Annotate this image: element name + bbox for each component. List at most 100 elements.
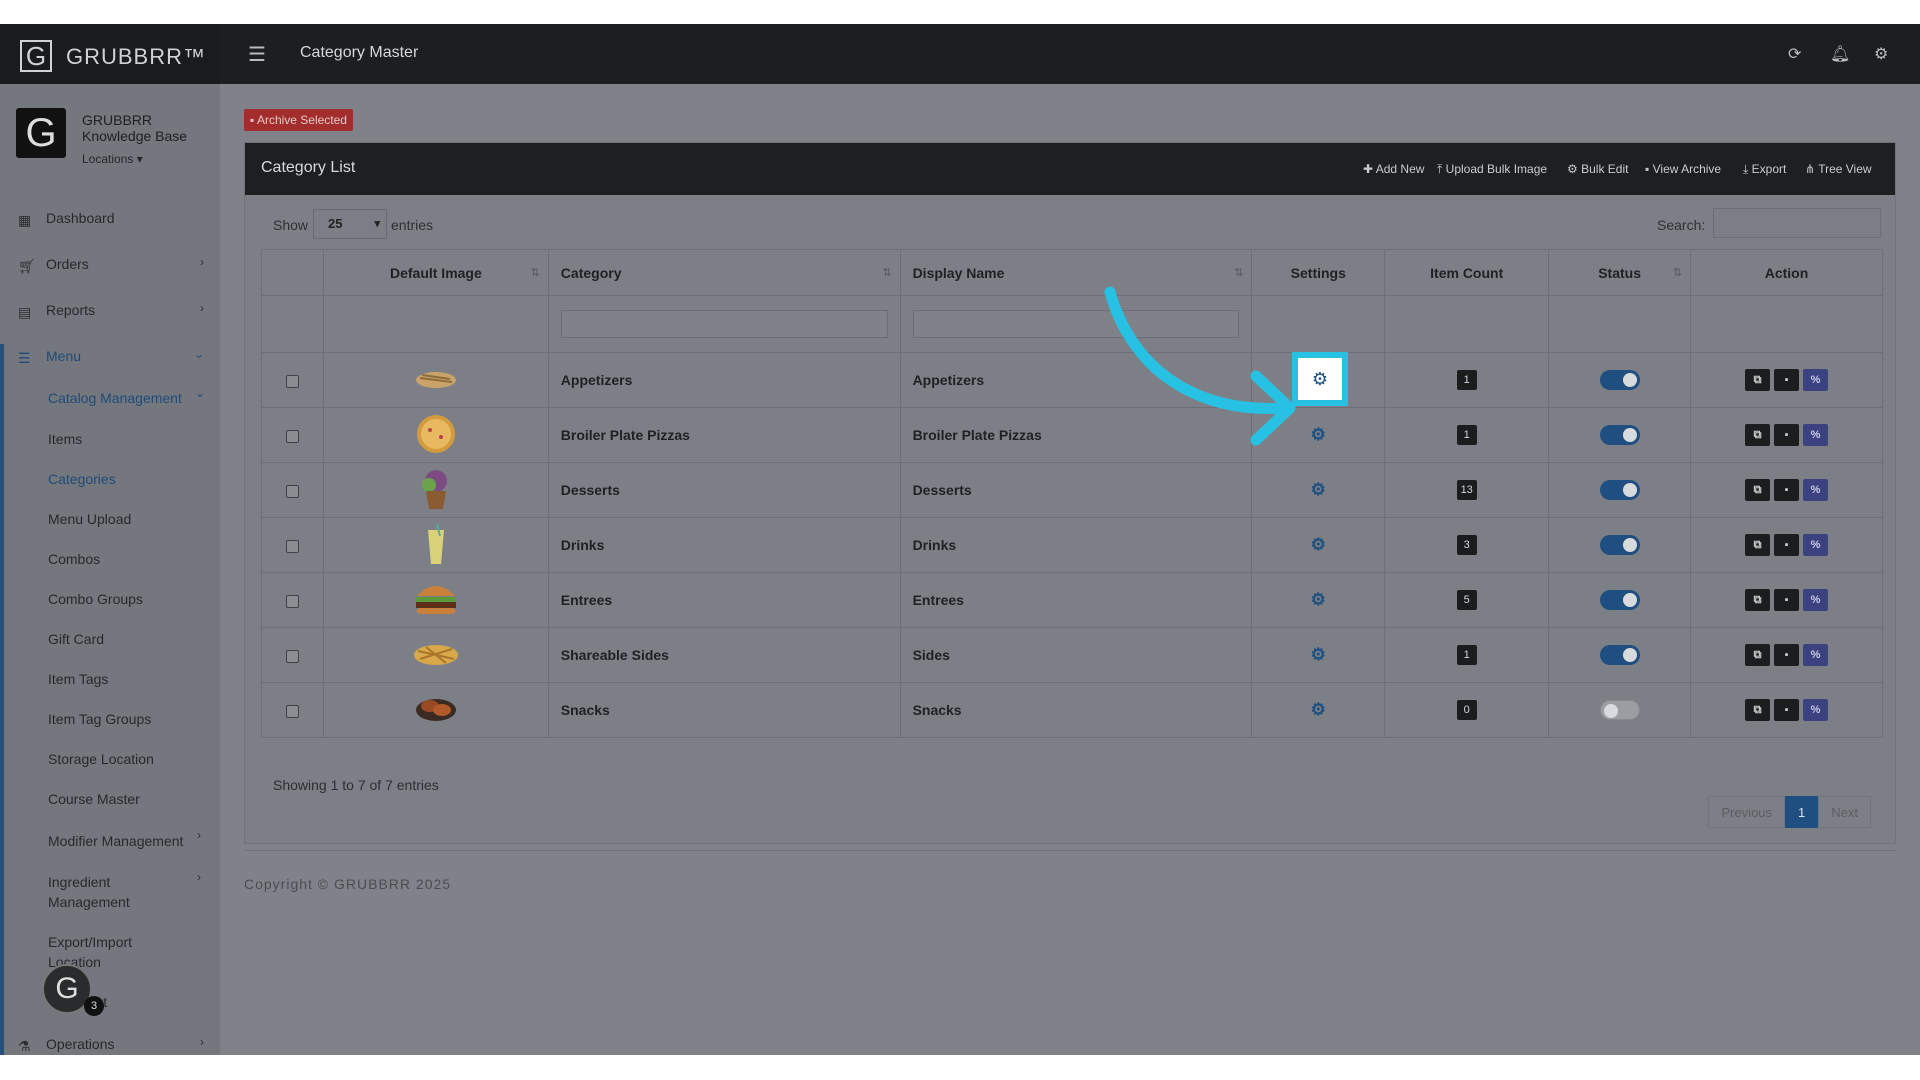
sidebar-item-storage-location[interactable]: Storage Location xyxy=(48,749,154,769)
sidebar-item-ingredient-management[interactable]: Ingredient Management xyxy=(48,872,188,912)
search-input[interactable] xyxy=(1713,208,1881,238)
row-checkbox[interactable] xyxy=(285,594,299,608)
status-toggle[interactable] xyxy=(1599,535,1640,555)
add-new-button[interactable]: ✚ Add New xyxy=(1363,162,1424,176)
view-archive-button[interactable]: ▪ View Archive xyxy=(1645,162,1721,176)
sidebar-item-catalog-management[interactable]: Catalog Management xyxy=(48,388,182,408)
gear-icon[interactable]: ⚙︎ xyxy=(1311,645,1326,664)
column-header-default-image[interactable]: Default Image ⇅ xyxy=(322,249,549,296)
status-cell xyxy=(1548,682,1692,738)
sidebar-item-modifier-management[interactable]: Modifier Management xyxy=(48,831,183,851)
status-toggle[interactable] xyxy=(1599,480,1640,500)
copy-icon[interactable]: ⧉ xyxy=(1745,589,1771,611)
copy-icon[interactable]: ⧉ xyxy=(1745,534,1771,556)
status-toggle[interactable] xyxy=(1599,645,1640,665)
filter-cell xyxy=(261,295,324,353)
category-filter-input[interactable] xyxy=(560,310,888,338)
gear-icon[interactable]: ⚙︎ xyxy=(1311,480,1326,499)
toggle-knob xyxy=(1622,593,1637,607)
row-checkbox[interactable] xyxy=(285,484,299,498)
sidebar-item-label: Orders xyxy=(46,256,89,272)
percent-icon[interactable]: % xyxy=(1803,699,1829,721)
gear-icon[interactable]: ⚙︎ xyxy=(1298,358,1342,400)
upload-bulk-image-button[interactable]: ⤒ Upload Bulk Image xyxy=(1437,162,1547,177)
gear-icon[interactable]: ⚙︎ xyxy=(1311,700,1326,719)
archive-icon[interactable]: ▪ xyxy=(1774,479,1800,501)
sidebar-item-item-tag-groups[interactable]: Item Tag Groups xyxy=(48,709,151,729)
percent-icon[interactable]: % xyxy=(1803,424,1829,446)
sidebar-item-menu[interactable]: ☰ Menu ⌄ xyxy=(0,347,220,368)
show-label: Show xyxy=(273,217,309,233)
action-cell: ⧉ ▪% xyxy=(1690,682,1883,738)
action-cell: ⧉ ▪% xyxy=(1690,352,1883,408)
copy-icon[interactable]: ⧉ xyxy=(1745,479,1771,501)
sidebar-item-reports[interactable]: ▤ Reports › xyxy=(0,301,220,322)
active-menu-indicator xyxy=(0,344,4,1055)
sidebar-item-course-master[interactable]: Course Master xyxy=(48,789,140,809)
copy-icon[interactable]: ⧉ xyxy=(1745,644,1771,666)
entries-select[interactable]: 25 ▾ xyxy=(313,209,387,239)
archive-icon[interactable]: ▪ xyxy=(1774,369,1800,391)
toggle-knob xyxy=(1622,428,1637,442)
export-button[interactable]: ⤓ Export xyxy=(1743,162,1786,177)
gear-icon[interactable]: ⚙︎ xyxy=(1311,425,1326,444)
selected-value: 25 xyxy=(328,216,343,231)
hamburger-icon[interactable]: ☰ xyxy=(248,42,266,67)
next-page-button[interactable]: Next xyxy=(1818,796,1871,828)
archive-icon[interactable]: ▪ xyxy=(1774,589,1800,611)
sitemap-icon: ⋔ xyxy=(1805,162,1816,176)
row-checkbox[interactable] xyxy=(285,374,299,388)
gear-icon[interactable]: ⚙︎ xyxy=(1311,535,1326,554)
copy-icon[interactable]: ⧉ xyxy=(1745,424,1771,446)
status-toggle[interactable] xyxy=(1599,700,1640,720)
sidebar-item-menu-upload[interactable]: Menu Upload xyxy=(48,509,131,529)
sidebar-item-categories[interactable]: Categories xyxy=(48,469,116,489)
sidebar-item-combos[interactable]: Combos xyxy=(48,549,100,569)
table-row: Snacks Snacks ⚙︎ 0 ⧉ ▪% xyxy=(261,682,1883,738)
archive-selected-button[interactable]: ▪ Archive Selected xyxy=(244,109,353,131)
status-toggle[interactable] xyxy=(1599,425,1640,445)
row-checkbox[interactable] xyxy=(285,429,299,443)
sidebar-item-combo-groups[interactable]: Combo Groups xyxy=(48,589,143,609)
status-toggle[interactable] xyxy=(1599,370,1640,390)
percent-icon[interactable]: % xyxy=(1803,369,1829,391)
page-1-button[interactable]: 1 xyxy=(1785,796,1819,828)
sidebar-item-item-tags[interactable]: Item Tags xyxy=(48,669,108,689)
locations-dropdown[interactable]: Locations ▾ xyxy=(82,152,143,166)
row-checkbox[interactable] xyxy=(285,539,299,553)
gear-icon[interactable]: ⚙︎ xyxy=(1874,44,1888,64)
tree-view-button[interactable]: ⋔ Tree View xyxy=(1805,162,1872,176)
archive-icon[interactable]: ▪ xyxy=(1774,424,1800,446)
row-checkbox[interactable] xyxy=(285,704,299,718)
percent-icon[interactable]: % xyxy=(1803,589,1829,611)
sort-icon: ⇅ xyxy=(530,267,540,279)
refresh-icon[interactable]: ⟳ xyxy=(1788,44,1801,64)
item-count-cell: 3 xyxy=(1384,517,1550,573)
sidebar-item-dashboard[interactable]: ▦ Dashboard xyxy=(0,210,220,230)
row-checkbox[interactable] xyxy=(285,649,299,663)
gear-icon[interactable]: ⚙︎ xyxy=(1311,590,1326,609)
archive-icon[interactable]: ▪ xyxy=(1774,644,1800,666)
sidebar-item-orders[interactable]: 🛒︎ Orders › xyxy=(0,255,220,276)
copy-icon[interactable]: ⧉ xyxy=(1745,369,1771,391)
column-header-category[interactable]: Category ⇅ xyxy=(547,249,901,296)
sidebar-item-items[interactable]: Items xyxy=(48,429,82,449)
bulk-edit-button[interactable]: ⚙︎ Bulk Edit xyxy=(1567,162,1628,176)
category-cell: Entrees xyxy=(547,572,901,628)
previous-page-button[interactable]: Previous xyxy=(1708,796,1786,828)
archive-icon[interactable]: ▪ xyxy=(1774,699,1800,721)
column-header-status[interactable]: Status ⇅ xyxy=(1548,249,1692,296)
sidebar-item-operations[interactable]: ⚗︎ Operations › xyxy=(0,1035,220,1055)
footer-divider xyxy=(244,850,1896,851)
bell-icon[interactable]: 🔔︎ xyxy=(1830,44,1850,64)
percent-icon[interactable]: % xyxy=(1803,644,1829,666)
percent-icon[interactable]: % xyxy=(1803,534,1829,556)
logo-icon: G xyxy=(20,40,52,72)
archive-icon[interactable]: ▪ xyxy=(1774,534,1800,556)
status-toggle[interactable] xyxy=(1599,590,1640,610)
image-cell xyxy=(322,352,549,408)
copy-icon[interactable]: ⧉ xyxy=(1745,699,1771,721)
sidebar-item-gift-card[interactable]: Gift Card xyxy=(48,629,104,649)
percent-icon[interactable]: % xyxy=(1803,479,1829,501)
toggle-knob xyxy=(1603,704,1618,718)
